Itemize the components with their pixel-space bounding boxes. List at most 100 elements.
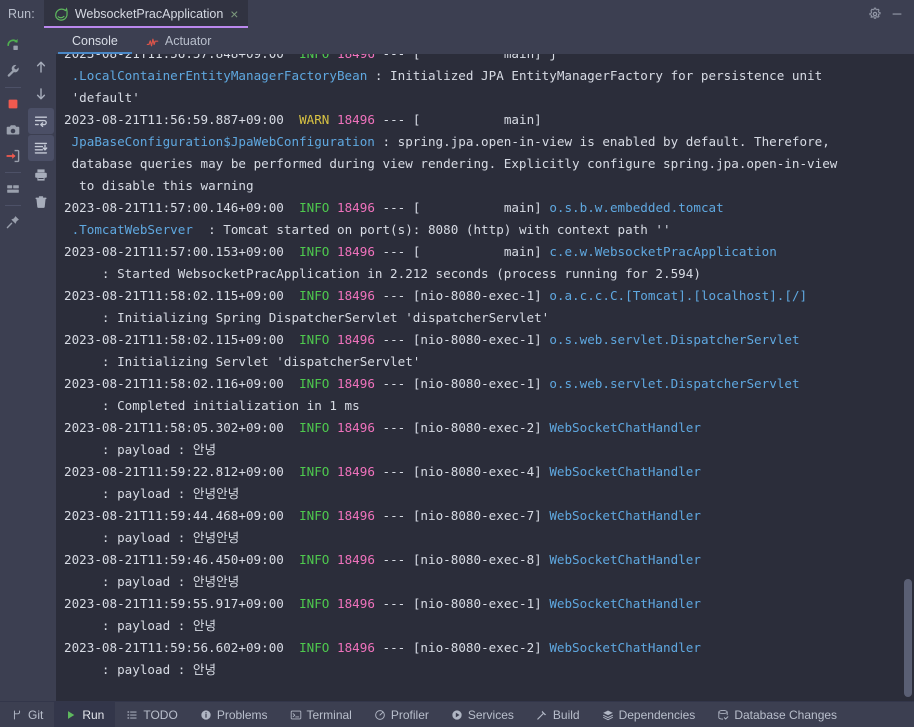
- console-segment-msg: : payload : 안녕안녕: [64, 486, 240, 501]
- console-segment-pid: 18496: [337, 508, 375, 523]
- console-segment-msg: : Started WebsocketPracApplication in 2.…: [64, 266, 701, 281]
- console-segment-log: WebSocketChatHandler: [549, 508, 701, 523]
- console-output[interactable]: 2023-08-21T11:56:57.848+09:00 INFO 18496…: [56, 54, 914, 701]
- statusbar-label-profiler: Profiler: [390, 707, 429, 722]
- statusbar-item-profiler[interactable]: Profiler: [363, 702, 440, 727]
- statusbar-item-dependencies[interactable]: Dependencies: [591, 702, 707, 727]
- console-segment-msg: [284, 596, 299, 611]
- statusbar-label-terminal: Terminal: [306, 707, 352, 722]
- console-line: 2023-08-21T11:59:22.812+09:00 INFO 18496…: [64, 461, 904, 483]
- console-line: : payload : 안녕: [64, 659, 904, 681]
- console-line: : payload : 안녕: [64, 615, 904, 637]
- console-segment-pid: 18496: [337, 552, 375, 567]
- console-line: : Initializing Servlet 'dispatcherServle…: [64, 351, 904, 373]
- console-segment-ts: 2023-08-21T11:56:57.848+09:00: [64, 54, 284, 61]
- console-segment-msg: --- [ main]: [374, 244, 550, 259]
- statusbar-item-todo[interactable]: TODO: [115, 702, 188, 727]
- arrow-down-icon[interactable]: [28, 81, 54, 107]
- statusbar-label-problems: Problems: [216, 707, 268, 722]
- services-icon: [451, 709, 463, 721]
- console-line: 2023-08-21T11:57:00.146+09:00 INFO 18496…: [64, 197, 904, 219]
- scroll-to-end-icon[interactable]: [28, 135, 54, 161]
- close-icon[interactable]: ×: [229, 7, 239, 21]
- statusbar-item-database-changes[interactable]: Database Changes: [706, 702, 848, 727]
- gear-icon[interactable]: [865, 4, 885, 24]
- statusbar-item-terminal[interactable]: Terminal: [279, 702, 363, 727]
- console-segment-log: o.s.b.w.embedded.tomcat: [549, 200, 724, 215]
- git-branch-icon: [11, 709, 23, 721]
- tab-actuator[interactable]: Actuator: [132, 28, 226, 54]
- trash-icon[interactable]: [28, 189, 54, 215]
- console-segment-log: WebSocketChatHandler: [549, 420, 701, 435]
- statusbar-label-todo: TODO: [143, 707, 178, 722]
- rerun-button[interactable]: [1, 32, 25, 58]
- console-segment-msg: [284, 508, 299, 523]
- console-segment-ts: 2023-08-21T11:56:59.887+09:00: [64, 112, 284, 127]
- pin-icon[interactable]: [1, 209, 25, 235]
- console-segment-info: INFO: [299, 640, 330, 655]
- statusbar-item-services[interactable]: Services: [440, 702, 525, 727]
- console-segment-msg: to disable this warning: [64, 178, 254, 193]
- console-segment-log: o.s.web.servlet.DispatcherServlet: [549, 376, 800, 391]
- console-segment-msg: --- [ main]: [374, 200, 550, 215]
- console-scrollbar-thumb[interactable]: [904, 579, 912, 697]
- console-line: : payload : 안녕안녕: [64, 483, 904, 505]
- console-segment-msg: [329, 112, 337, 127]
- console-segment-info: INFO: [299, 552, 330, 567]
- console-segment-log: WebSocketChatHandler: [549, 640, 701, 655]
- console-line: 2023-08-21T11:59:55.917+09:00 INFO 18496…: [64, 593, 904, 615]
- stop-button[interactable]: [1, 91, 25, 117]
- console-segment-ts: 2023-08-21T11:57:00.146+09:00: [64, 200, 284, 215]
- console-segment-info: INFO: [299, 200, 330, 215]
- minimize-icon[interactable]: [887, 4, 907, 24]
- console-line: : Initializing Spring DispatcherServlet …: [64, 307, 904, 329]
- console-segment-msg: [329, 508, 337, 523]
- header-actions: [865, 0, 914, 28]
- tab-console[interactable]: Console: [58, 28, 132, 54]
- toolbar-separator: [5, 172, 21, 173]
- statusbar-item-run[interactable]: Run: [54, 702, 116, 727]
- console-segment-info: INFO: [299, 332, 330, 347]
- console-line: JpaBaseConfiguration$JpaWebConfiguration…: [64, 131, 904, 153]
- console-segment-msg: : Tomcat started on port(s): 8080 (http)…: [192, 222, 671, 237]
- arrow-up-icon[interactable]: [28, 54, 54, 80]
- console-line: 2023-08-21T11:56:59.887+09:00 WARN 18496…: [64, 109, 904, 131]
- console-line: 2023-08-21T11:57:00.153+09:00 INFO 18496…: [64, 241, 904, 263]
- console-scrollbar[interactable]: [904, 54, 912, 701]
- console-segment-ts: 2023-08-21T11:57:00.153+09:00: [64, 244, 284, 259]
- console-line: to disable this warning: [64, 175, 904, 197]
- export-button[interactable]: [1, 143, 25, 169]
- console-segment-msg: --- [nio-8080-exec-7]: [374, 508, 550, 523]
- actuator-icon: [146, 35, 159, 48]
- console-segment-msg: --- [nio-8080-exec-1]: [374, 332, 550, 347]
- console-segment-msg: --- [ main]: [374, 112, 542, 127]
- statusbar-item-build[interactable]: Build: [525, 702, 591, 727]
- console-segment-info: INFO: [299, 54, 329, 61]
- console-segment-msg: [329, 640, 337, 655]
- run-configuration-tab[interactable]: WebsocketPracApplication ×: [43, 0, 249, 28]
- console-segment-info: INFO: [299, 596, 330, 611]
- todo-list-icon: [126, 709, 138, 721]
- console-segment-msg: : Initialized JPA EntityManagerFactory f…: [367, 68, 823, 83]
- console-line: : payload : 안녕: [64, 439, 904, 461]
- console-segment-ts: 2023-08-21T11:59:44.468+09:00: [64, 508, 284, 523]
- console-segment-pid: 18496: [337, 244, 375, 259]
- console-segment-ts: 2023-08-21T11:59:46.450+09:00: [64, 552, 284, 567]
- soft-wrap-icon[interactable]: [28, 108, 54, 134]
- console-segment-msg: [329, 288, 337, 303]
- console-segment-info: INFO: [299, 244, 330, 259]
- statusbar-label-build: Build: [552, 707, 580, 722]
- statusbar-item-git[interactable]: Git: [0, 702, 54, 727]
- console-segment-info: INFO: [299, 508, 330, 523]
- console-segment-ts: 2023-08-21T11:58:02.115+09:00: [64, 332, 284, 347]
- camera-icon[interactable]: [1, 117, 25, 143]
- console-line: .TomcatWebServer : Tomcat started on por…: [64, 219, 904, 241]
- console-segment-log: c.e.w.WebsocketPracApplication: [549, 244, 777, 259]
- console-line: 2023-08-21T11:58:05.302+09:00 INFO 18496…: [64, 417, 904, 439]
- print-icon[interactable]: [28, 162, 54, 188]
- layout-settings-button[interactable]: [1, 176, 25, 202]
- statusbar-item-problems[interactable]: Problems: [189, 702, 279, 727]
- console-segment-ts: 2023-08-21T11:58:02.115+09:00: [64, 288, 284, 303]
- modify-run-configuration-button[interactable]: [1, 58, 25, 84]
- console-segment-msg: [329, 332, 337, 347]
